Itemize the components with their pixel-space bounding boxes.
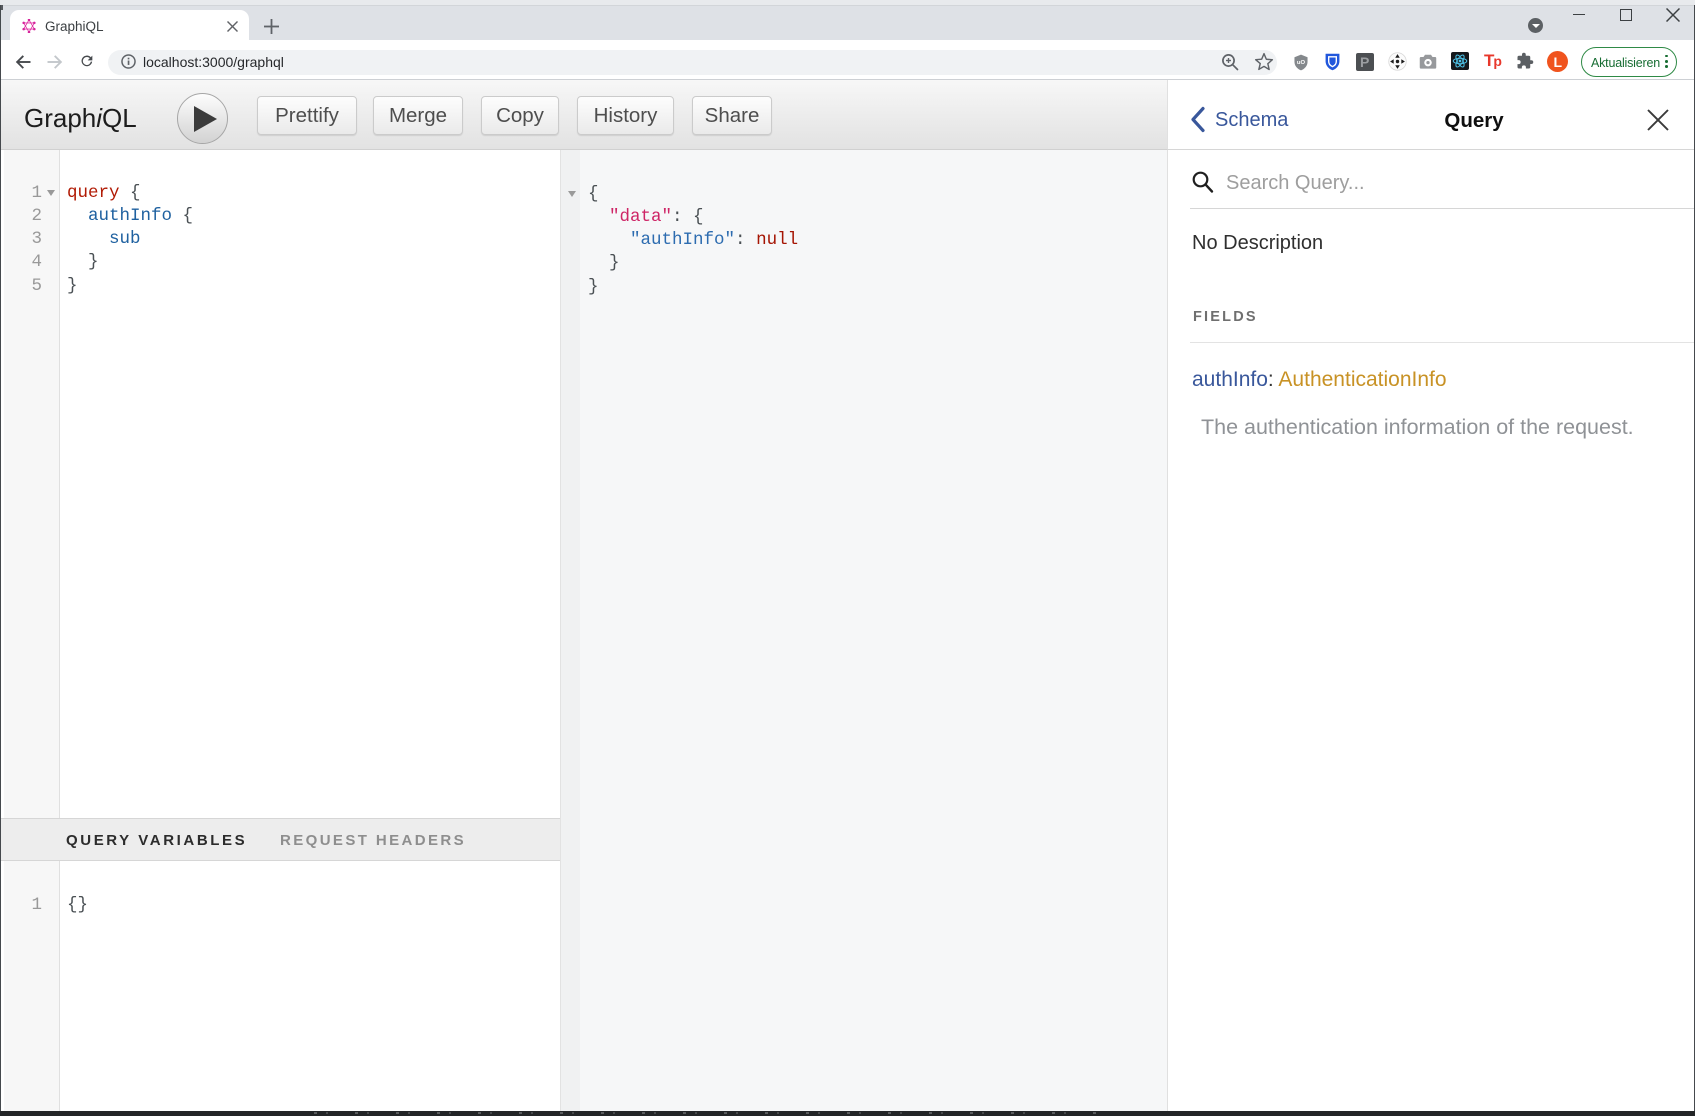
svg-text:uO: uO	[1297, 60, 1306, 66]
